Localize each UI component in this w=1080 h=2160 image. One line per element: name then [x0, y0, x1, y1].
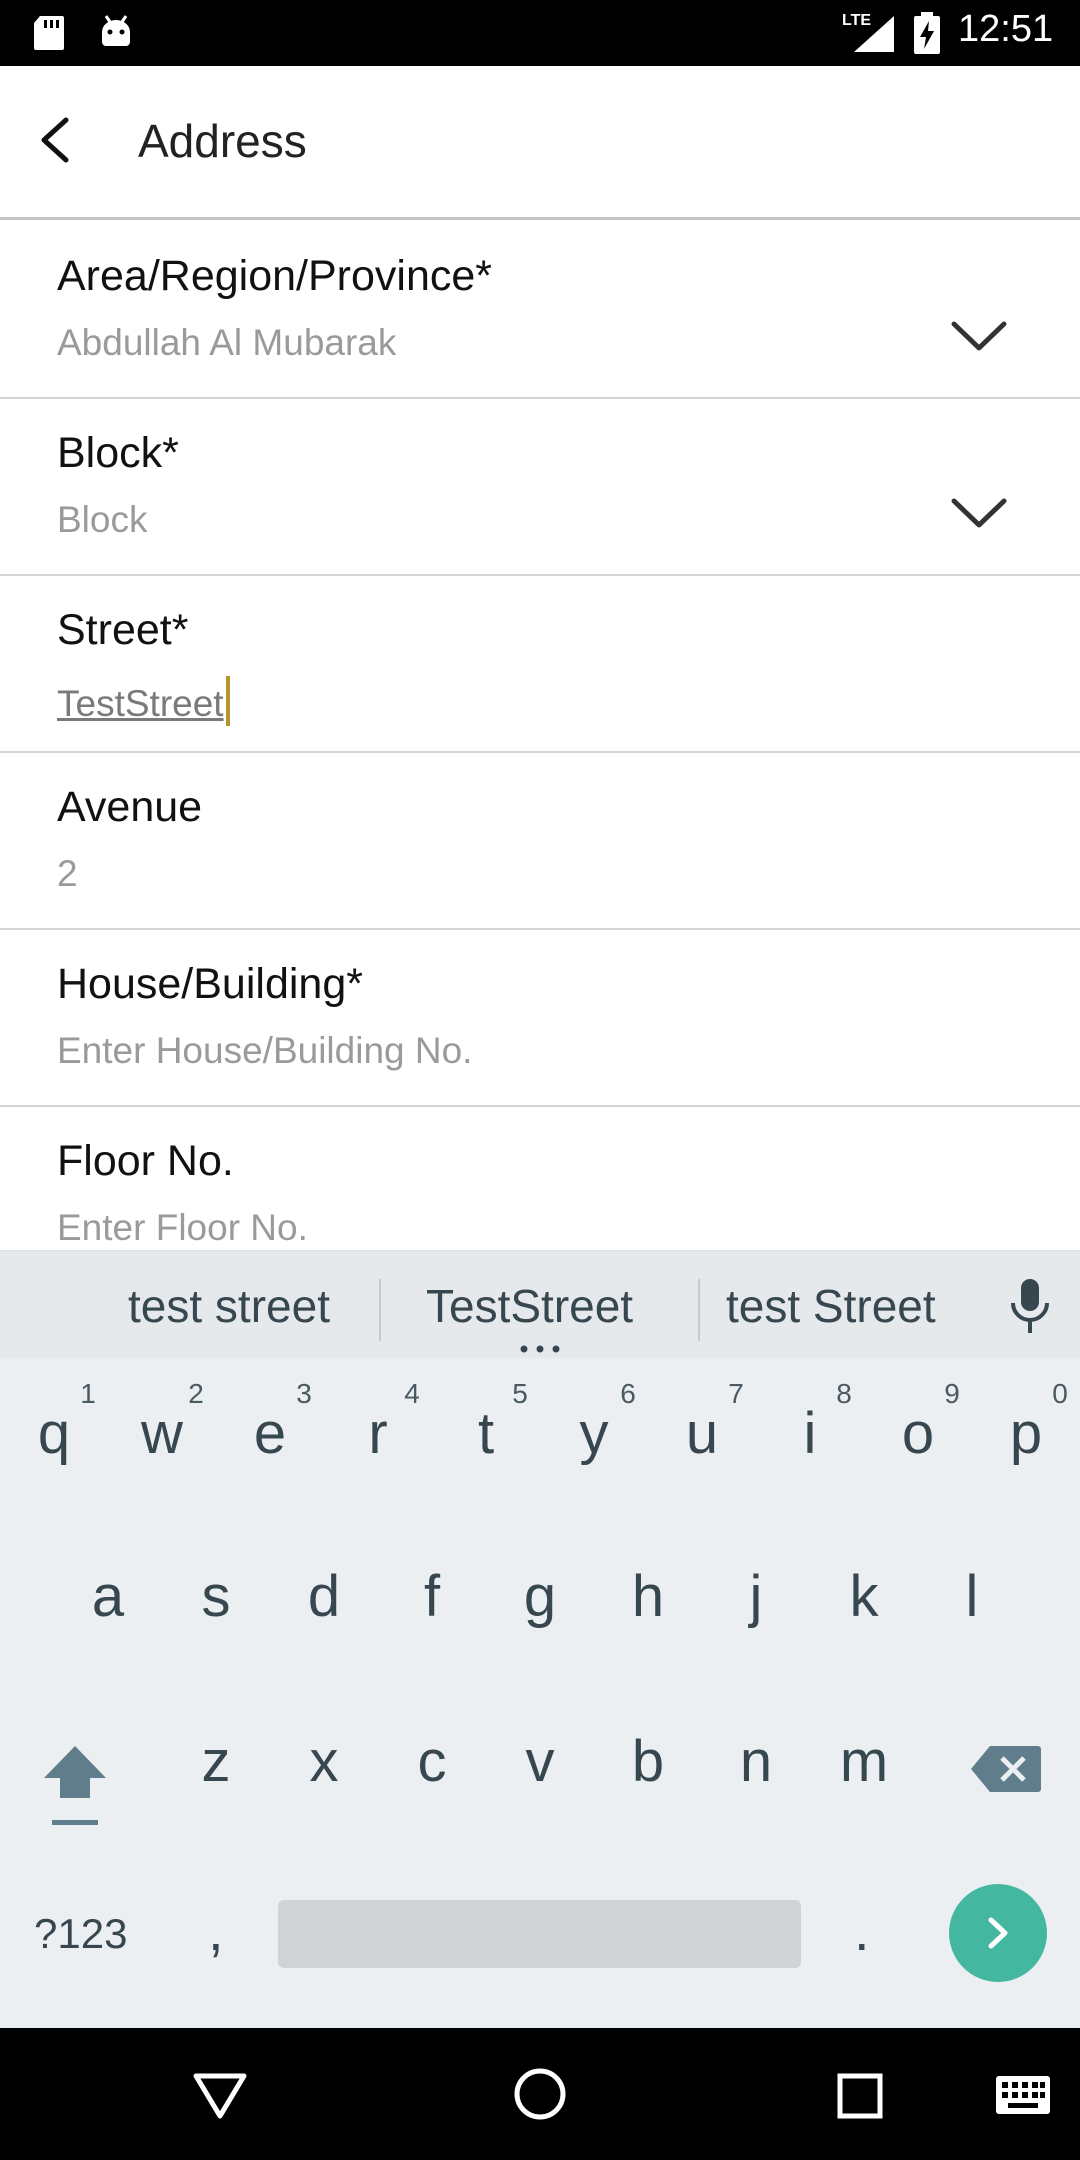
field-label: Area/Region/Province* — [57, 252, 493, 300]
key-y[interactable]: y — [544, 1400, 644, 1467]
keyboard-switch-icon[interactable] — [994, 2074, 1052, 2116]
key-hint: 1 — [80, 1378, 96, 1409]
key-c[interactable]: c — [382, 1728, 482, 1795]
key-hint: 3 — [296, 1378, 312, 1409]
key-r[interactable]: r — [328, 1400, 428, 1467]
key-i[interactable]: i — [760, 1400, 860, 1467]
key-a[interactable]: a — [58, 1563, 158, 1630]
field-value: Abdullah Al Mubarak — [57, 322, 397, 363]
page-title: Address — [138, 115, 307, 167]
suggestion-divider — [698, 1279, 700, 1341]
key-l[interactable]: l — [922, 1563, 1022, 1630]
battery-charging-icon — [914, 12, 940, 54]
key-e[interactable]: e — [220, 1400, 320, 1467]
key-d[interactable]: d — [274, 1563, 374, 1630]
android-debug-icon — [102, 15, 130, 46]
key-b[interactable]: b — [598, 1728, 698, 1795]
street-field[interactable]: Street* TestStreet — [0, 576, 1080, 753]
key-u[interactable]: u — [652, 1400, 752, 1467]
key-q[interactable]: q — [4, 1400, 104, 1467]
avenue-field[interactable]: Avenue 2 — [0, 753, 1080, 930]
suggestion-3[interactable]: test Street — [726, 1279, 936, 1333]
avenue-input[interactable]: 2 — [57, 853, 78, 895]
key-f[interactable]: f — [382, 1563, 482, 1630]
key-hint: 2 — [188, 1378, 204, 1409]
key-j[interactable]: j — [706, 1563, 806, 1630]
key-n[interactable]: n — [706, 1728, 806, 1795]
microphone-icon[interactable] — [1006, 1277, 1054, 1337]
nav-home-icon[interactable] — [512, 2066, 568, 2122]
clock: 12:51 — [958, 8, 1054, 50]
key-s[interactable]: s — [166, 1563, 266, 1630]
text-cursor — [225, 676, 230, 726]
chevron-down-icon[interactable] — [950, 495, 1008, 531]
area-field[interactable]: Area/Region/Province* Abdullah Al Mubara… — [0, 222, 1080, 399]
key-g[interactable]: g — [490, 1563, 590, 1630]
suggestion-1[interactable]: test street — [128, 1279, 330, 1333]
more-suggestions-icon[interactable] — [518, 1345, 562, 1353]
key-hint: 8 — [836, 1378, 852, 1409]
sd-card-icon — [34, 16, 64, 50]
street-input-text: TestStreet — [57, 683, 224, 724]
back-arrow-icon[interactable] — [30, 112, 86, 168]
key-hint: 5 — [512, 1378, 528, 1409]
field-value: Block — [57, 499, 148, 540]
field-label: Street* — [57, 606, 189, 654]
address-form: Area/Region/Province* Abdullah Al Mubara… — [0, 222, 1080, 1252]
key-hint: 0 — [1052, 1378, 1068, 1409]
navigation-bar — [0, 2028, 1080, 2160]
key-h[interactable]: h — [598, 1563, 698, 1630]
field-label: House/Building* — [57, 960, 363, 1008]
symbols-key[interactable]: ?123 — [34, 1910, 127, 1958]
field-label: Block* — [57, 429, 179, 477]
key-p[interactable]: p — [976, 1400, 1076, 1467]
key-hint: 6 — [620, 1378, 636, 1409]
shift-icon[interactable] — [40, 1740, 110, 1830]
period-key[interactable]: . — [854, 1898, 870, 1963]
key-v[interactable]: v — [490, 1728, 590, 1795]
space-bar[interactable] — [278, 1900, 801, 1968]
suggestion-2[interactable]: TestStreet — [426, 1279, 633, 1333]
next-button[interactable] — [949, 1884, 1047, 1982]
suggestion-divider — [379, 1279, 381, 1341]
key-t[interactable]: t — [436, 1400, 536, 1467]
house-building-input[interactable]: Enter House/Building No. — [57, 1030, 472, 1072]
key-k[interactable]: k — [814, 1563, 914, 1630]
key-hint: 7 — [728, 1378, 744, 1409]
key-z[interactable]: z — [166, 1728, 266, 1795]
signal-icon — [854, 16, 894, 52]
key-x[interactable]: x — [274, 1728, 374, 1795]
key-o[interactable]: o — [868, 1400, 968, 1467]
key-hint: 9 — [944, 1378, 960, 1409]
street-input[interactable]: TestStreet — [57, 676, 230, 726]
house-building-field[interactable]: House/Building* Enter House/Building No. — [0, 930, 1080, 1107]
status-bar: LTE 12:51 — [0, 0, 1080, 66]
chevron-right-icon — [988, 1917, 1008, 1949]
block-field[interactable]: Block* Block — [0, 399, 1080, 576]
key-hint: 4 — [404, 1378, 420, 1409]
floor-input[interactable]: Enter Floor No. — [57, 1207, 308, 1249]
nav-back-icon[interactable] — [192, 2070, 248, 2122]
floor-field[interactable]: Floor No. Enter Floor No. — [0, 1107, 1080, 1252]
app-bar: Address — [0, 66, 1080, 220]
chevron-down-icon[interactable] — [950, 318, 1008, 354]
key-w[interactable]: w — [112, 1400, 212, 1467]
field-label: Avenue — [57, 783, 203, 831]
suggestion-strip: test street TestStreet test Street — [0, 1250, 1080, 1358]
field-label: Floor No. — [57, 1137, 234, 1185]
key-m[interactable]: m — [814, 1728, 914, 1795]
backspace-icon[interactable] — [970, 1744, 1042, 1794]
comma-key[interactable]: , — [208, 1898, 224, 1963]
nav-recent-apps-icon[interactable] — [836, 2072, 884, 2120]
